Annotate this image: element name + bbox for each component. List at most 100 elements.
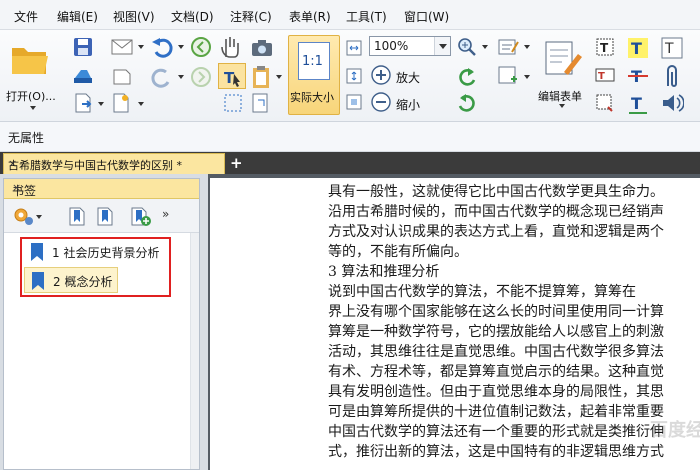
svg-text:T: T xyxy=(631,39,642,58)
zoom-in-icon[interactable] xyxy=(370,64,392,86)
check-box-icon[interactable] xyxy=(594,92,616,114)
properties-label: 无属性 xyxy=(8,131,45,145)
document-view: 具有一般性，这就使得它比中国古代数学更具生命力。 沿用古希腊时候的，而中国古代数… xyxy=(208,174,700,470)
svg-text:T: T xyxy=(600,41,609,55)
menu-tools[interactable]: 工具(T) xyxy=(346,8,387,25)
zoom-out-icon[interactable] xyxy=(370,91,392,113)
section-heading: 3 算法和推理分析 xyxy=(328,264,440,280)
open-label: 打开(O)... xyxy=(6,90,56,103)
menu-form[interactable]: 表单(R) xyxy=(289,8,331,25)
collapse-bookmark-icon[interactable] xyxy=(94,205,116,227)
forward-icon[interactable] xyxy=(190,66,212,88)
scanner-icon[interactable] xyxy=(72,66,94,86)
actual-size-label: 实际大小 xyxy=(290,91,334,104)
clipboard-icon[interactable] xyxy=(250,64,272,90)
highlight-text-icon[interactable]: T xyxy=(626,36,650,60)
document-text-line: 活动，其思维往往是直觉思维。中国古代数学很多算法 xyxy=(328,344,664,360)
back-icon[interactable] xyxy=(190,36,212,58)
fit-visible-icon[interactable] xyxy=(344,92,364,112)
chevron-down-icon xyxy=(178,45,184,49)
fit-page-icon[interactable] xyxy=(250,92,272,114)
edit-form-icon xyxy=(545,41,582,75)
svg-text:T: T xyxy=(631,94,642,113)
fit-width-icon[interactable] xyxy=(344,38,364,58)
close-panel-icon[interactable]: × xyxy=(12,181,193,194)
fit-page-icon[interactable] xyxy=(344,66,364,86)
chevron-down-icon xyxy=(482,45,488,49)
chevron-down-icon xyxy=(36,215,42,219)
document-text-line: 界上没有哪个国家能够在这么长的时间里使用同一计算 xyxy=(328,304,664,320)
document-text-line: 有术、方程术等，都是算筹直觉启示的结果。这种直觉 xyxy=(328,364,664,380)
menu-bar: 文件 编辑(E) 视图(V) 文档(D) 注释(C) 表单(R) 工具(T) 窗… xyxy=(0,0,700,30)
svg-text:T: T xyxy=(598,71,605,82)
document-text-line: 可是由算筹所提供的十进位值制记数法，起着非常重要 xyxy=(328,404,664,420)
chevron-down-icon xyxy=(524,45,530,49)
highlight-annotation-box xyxy=(20,237,171,297)
hand-icon[interactable] xyxy=(220,35,242,59)
select-text-button[interactable]: T xyxy=(218,63,246,89)
menu-file[interactable]: 文件 xyxy=(14,8,38,25)
menu-window[interactable]: 窗口(W) xyxy=(404,8,449,25)
more-options-icon[interactable]: » xyxy=(162,207,169,221)
marquee-icon[interactable] xyxy=(222,92,244,114)
bookmarks-panel: 书签 × » 1 社会历史背景分析 2 概念分析 xyxy=(3,178,200,470)
email-icon[interactable] xyxy=(110,38,134,56)
camera-icon[interactable] xyxy=(250,38,274,58)
expand-bookmark-icon[interactable] xyxy=(66,205,88,227)
callout-icon[interactable]: T xyxy=(660,36,684,60)
magnifier-icon[interactable] xyxy=(456,36,478,58)
document-text-line: 具有一般性，这就使得它比中国古代数学更具生命力。 xyxy=(328,184,664,200)
document-text-line: 说到中国古代数学的算法，不能不提算筹，算筹在 xyxy=(328,284,636,300)
bookmarks-panel-header: 书签 × xyxy=(4,179,199,199)
zoom-dropdown-arrow[interactable] xyxy=(434,37,450,55)
add-bookmark-icon[interactable] xyxy=(128,205,152,227)
chevron-down-icon xyxy=(138,102,144,106)
page-export-icon[interactable] xyxy=(72,92,94,114)
panel-splitter[interactable] xyxy=(200,174,208,470)
actual-size-button[interactable]: 1:1 实际大小 xyxy=(288,35,340,115)
save-icon[interactable] xyxy=(72,36,94,58)
text-field-icon[interactable]: T xyxy=(594,64,616,86)
tab-document[interactable]: 古希腊数学与中国古代数学的区别 * × xyxy=(3,153,225,174)
bookmarks-toolbar: » xyxy=(4,199,199,233)
document-text-line: 算筹是一种数学符号，它的摆放能给人以感官上的刺激 xyxy=(328,324,664,340)
open-button[interactable]: 打开(O)... xyxy=(2,34,60,114)
chevron-down-icon xyxy=(30,106,36,110)
panel-scrollbar[interactable] xyxy=(190,233,199,469)
new-doc-icon[interactable] xyxy=(110,68,134,86)
strikeout-icon[interactable]: T xyxy=(626,64,650,88)
underline-icon[interactable]: T xyxy=(626,92,650,116)
zoom-select[interactable]: 100% xyxy=(369,36,451,56)
typewriter-icon[interactable] xyxy=(496,36,520,58)
menu-view[interactable]: 视图(V) xyxy=(113,8,155,25)
undo-icon[interactable] xyxy=(150,36,174,60)
document-tab-strip: 古希腊数学与中国古代数学的区别 * × + xyxy=(0,152,700,174)
chevron-down-icon xyxy=(98,102,104,106)
gear-icon[interactable] xyxy=(12,205,34,227)
close-tab-icon[interactable]: × xyxy=(8,157,220,170)
folder-open-icon xyxy=(12,48,48,74)
edit-form-label: 编辑表单 xyxy=(538,90,582,103)
sound-icon[interactable] xyxy=(660,92,684,114)
edit-form-button[interactable]: 编辑表单 xyxy=(536,34,588,116)
new-doc-icon[interactable] xyxy=(110,92,132,114)
rotate-left-icon[interactable] xyxy=(456,66,478,88)
document-text-line: 具有发明创造性。但由于直觉思维本身的局限性，其思 xyxy=(328,384,664,400)
properties-bar: 无属性 xyxy=(0,122,700,152)
add-tab-icon[interactable]: + xyxy=(230,154,243,172)
chevron-down-icon xyxy=(178,75,184,79)
menu-comment[interactable]: 注释(C) xyxy=(230,8,272,25)
text-box-icon[interactable] xyxy=(496,64,520,88)
text-field-icon[interactable]: T xyxy=(594,36,616,58)
zoom-in-label[interactable]: 放大 xyxy=(396,69,420,86)
rotate-right-icon[interactable] xyxy=(456,92,478,114)
document-text-line: 式，推衍出新的算法，这是中国特有的非逻辑思维方式 xyxy=(328,444,664,460)
menu-edit[interactable]: 编辑(E) xyxy=(57,8,98,25)
menu-document[interactable]: 文档(D) xyxy=(171,8,214,25)
redo-icon[interactable] xyxy=(150,66,174,90)
actual-size-icon: 1:1 xyxy=(298,42,330,80)
attach-icon[interactable] xyxy=(662,64,682,90)
svg-text:T: T xyxy=(664,41,674,57)
document-page[interactable]: 具有一般性，这就使得它比中国古代数学更具生命力。 沿用古希腊时候的，而中国古代数… xyxy=(210,178,700,470)
zoom-out-label[interactable]: 缩小 xyxy=(396,96,420,113)
